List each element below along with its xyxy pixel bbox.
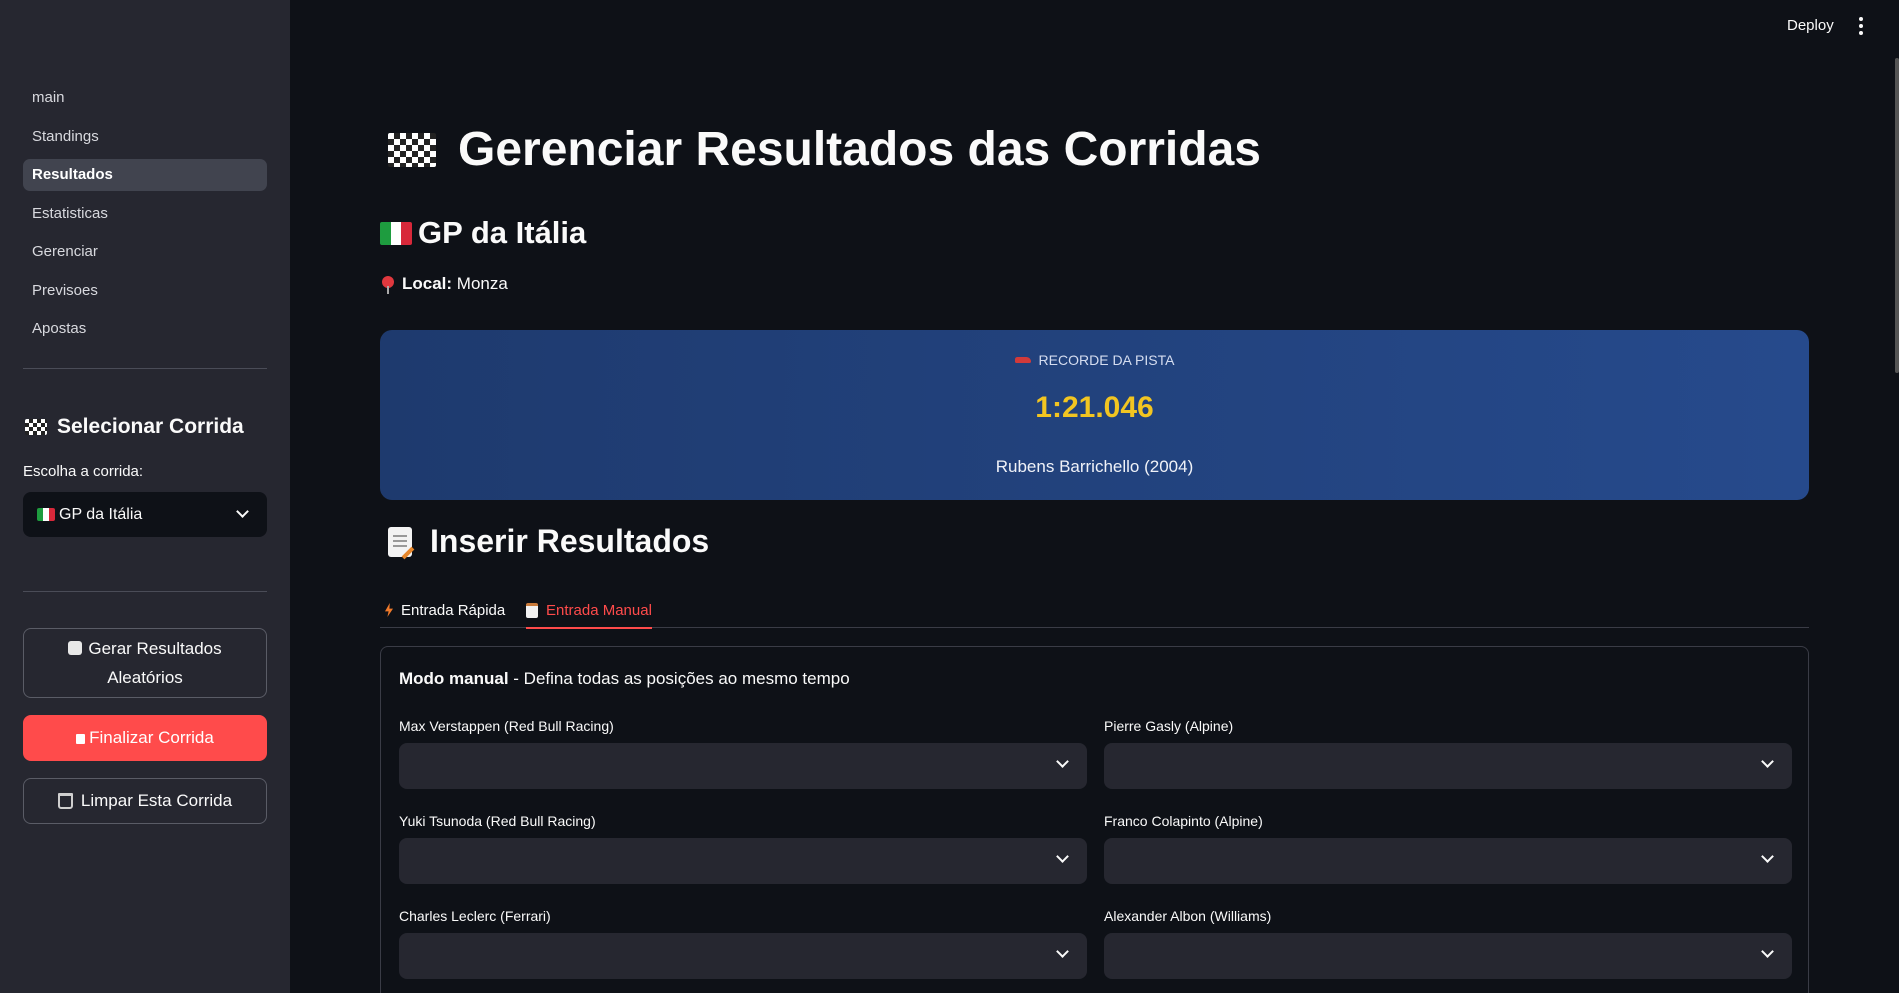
race-select-label: Escolha a corrida:: [23, 463, 144, 480]
form-mode-description: Modo manual - Defina todas as posições a…: [399, 669, 850, 689]
clipboard-icon: [526, 602, 538, 618]
tab-entrada-rapida-label: Entrada Rápida: [401, 601, 506, 619]
position-select[interactable]: [1104, 743, 1792, 789]
sidebar-item-main[interactable]: main: [23, 82, 267, 114]
position-select[interactable]: [1104, 933, 1792, 979]
tab-entrada-rapida[interactable]: Entrada Rápida: [385, 593, 505, 627]
page-title: Gerenciar Resultados das Corridas: [388, 122, 1261, 177]
driver-label: Alexander Albon (Williams): [1104, 908, 1272, 924]
race-title: GP da Itália: [380, 215, 586, 251]
track-record-label: RECORDE DA PISTA: [380, 352, 1809, 368]
sidebar-section-title-text: Selecionar Corrida: [57, 415, 244, 438]
finalize-race-label: Finalizar Corrida: [89, 728, 214, 747]
insert-results-title: Inserir Resultados: [388, 523, 709, 560]
chevron-down-icon: [1056, 755, 1069, 768]
trash-icon: [57, 793, 73, 809]
sidebar-divider: [23, 591, 267, 592]
driver-label: Max Verstappen (Red Bull Racing): [399, 718, 614, 734]
random-results-button[interactable]: Gerar Resultados Aleatórios: [23, 628, 267, 698]
insert-results-title-text: Inserir Resultados: [430, 523, 710, 559]
entry-tabs: Entrada Rápida Entrada Manual: [380, 590, 1809, 629]
sidebar-item-gerenciar[interactable]: Gerenciar: [23, 236, 267, 268]
chevron-down-icon: [1761, 755, 1774, 768]
deploy-button[interactable]: Deploy: [1787, 17, 1834, 34]
tab-entrada-manual-label: Entrada Manual: [546, 601, 652, 619]
track-record-card: RECORDE DA PISTA 1:21.046 Rubens Barrich…: [380, 330, 1809, 500]
driver-label: Pierre Gasly (Alpine): [1104, 718, 1234, 734]
driver-label: Yuki Tsunoda (Red Bull Racing): [399, 813, 596, 829]
driver-label: Franco Colapinto (Alpine): [1104, 813, 1263, 829]
italy-flag-icon: [380, 221, 412, 245]
race-select-value: GP da Itália: [59, 505, 143, 523]
chevron-down-icon: [1761, 945, 1774, 958]
chevron-down-icon: [1056, 945, 1069, 958]
location-value: Monza: [456, 274, 508, 293]
sidebar-item-estatisticas[interactable]: Estatisticas: [23, 198, 267, 230]
sidebar-item-standings[interactable]: Standings: [23, 121, 267, 153]
lock-icon: [76, 734, 86, 744]
italy-flag-icon: [37, 508, 55, 521]
clear-race-button[interactable]: Limpar Esta Corrida: [23, 778, 267, 824]
location-label: Local:: [402, 274, 453, 293]
lightning-icon: [385, 603, 393, 617]
form-mode-bold: Modo manual: [399, 669, 509, 688]
dice-icon: [68, 641, 83, 655]
scrollbar[interactable]: [1895, 58, 1899, 373]
race-title-text: GP da Itália: [418, 215, 587, 250]
manual-entry-form: Modo manual - Defina todas as posições a…: [380, 646, 1809, 993]
checkered-flag-icon: [388, 132, 436, 167]
race-car-icon: [1014, 357, 1031, 363]
more-menu-icon[interactable]: [1855, 16, 1867, 36]
track-record-label-text: RECORDE DA PISTA: [1038, 352, 1175, 368]
position-select[interactable]: [1104, 838, 1792, 884]
position-select[interactable]: [399, 933, 1087, 979]
tab-entrada-manual[interactable]: Entrada Manual: [526, 593, 652, 629]
form-mode-text: - Defina todas as posições ao mesmo temp…: [508, 669, 850, 688]
chevron-down-icon: [1056, 850, 1069, 863]
position-select[interactable]: [399, 838, 1087, 884]
sidebar-divider: [23, 368, 267, 369]
page-title-text: Gerenciar Resultados das Corridas: [458, 123, 1261, 176]
chevron-down-icon: [236, 505, 249, 518]
sidebar-item-apostas[interactable]: Apostas: [23, 313, 267, 345]
chevron-down-icon: [1761, 850, 1774, 863]
random-results-label: Gerar Resultados Aleatórios: [88, 639, 222, 687]
memo-icon: [388, 526, 412, 557]
sidebar-item-resultados[interactable]: Resultados: [23, 159, 267, 191]
checkered-flag-icon: [25, 419, 47, 435]
sidebar: main Standings Resultados Estatisticas G…: [0, 0, 290, 993]
race-location: Local: Monza: [382, 274, 508, 294]
sidebar-item-previsoes[interactable]: Previsoes: [23, 275, 267, 307]
track-record-time: 1:21.046: [1035, 391, 1154, 424]
sidebar-section-title: Selecionar Corrida: [25, 415, 244, 439]
sidebar-nav: main Standings Resultados Estatisticas G…: [23, 82, 267, 352]
pin-icon: [382, 275, 394, 294]
finalize-race-button[interactable]: Finalizar Corrida: [23, 715, 267, 761]
track-record-holder: Rubens Barrichello (2004): [995, 457, 1194, 476]
clear-race-label: Limpar Esta Corrida: [80, 791, 233, 810]
race-select[interactable]: GP da Itália: [23, 492, 267, 537]
position-select[interactable]: [399, 743, 1087, 789]
driver-label: Charles Leclerc (Ferrari): [399, 908, 551, 924]
